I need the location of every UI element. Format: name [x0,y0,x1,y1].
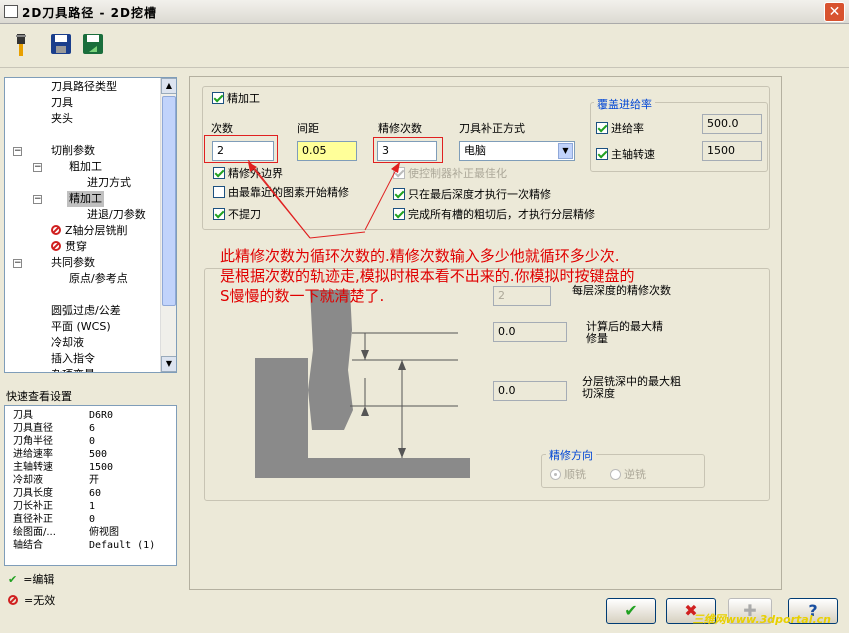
checkbox[interactable] [213,208,225,220]
checkbox[interactable] [596,148,608,160]
conventional-radio: 逆铣 [610,466,646,482]
legend-edit: ✔ =编辑 [8,573,55,586]
quick-row: 刀具长度 60 [13,488,102,499]
tool-icon[interactable] [8,32,34,60]
quick-row: 刀长补正 1 [13,501,96,512]
finish-passes-label: 精修次数 [378,122,422,135]
quick-row: 进给速率 500 [13,449,108,460]
tree-item-depth-cuts[interactable]: Z轴分层铣削 [51,223,128,239]
tree-expander-cut-params[interactable]: − [13,147,22,156]
radio [550,469,561,480]
tree-expander-finishing[interactable]: − [33,195,42,204]
scroll-thumb[interactable] [162,96,176,306]
quick-view-title: 快速查看设置 [6,390,72,403]
count-highlight [204,135,278,163]
tree-item-arc-filter[interactable]: 圆弧过虑/公差 [51,303,121,319]
tree-item-path-type[interactable]: 刀具路径类型 [51,79,117,95]
close-button[interactable]: ✕ [824,2,845,22]
tree-item-misc[interactable]: 杂项变量 [51,367,95,372]
scroll-down-arrow-icon[interactable]: ▼ [161,356,176,372]
title-bar: 2D刀具路径 - 2D挖槽 ✕ [0,0,849,24]
tree-expander-roughing[interactable]: − [33,163,42,172]
tree-item-through[interactable]: 贯穿 [51,239,87,255]
checkbox[interactable] [596,122,608,134]
spacing-input[interactable]: 0.05 [297,141,357,161]
disabled-icon [8,595,18,605]
scroll-up-arrow-icon[interactable]: ▲ [161,78,176,94]
max-finish-label: 计算后的最大精修量 [586,320,663,345]
quick-row: 绘图面/... 俯视图 [13,527,119,538]
quick-row: 直径补正 0 [13,514,96,525]
override-feed-title: 覆盖进给率 [594,96,655,112]
tree-item-lead-in-out[interactable]: 进退/刀参数 [87,207,146,223]
checkbox[interactable] [212,92,224,104]
tree-item-insert[interactable]: 插入指令 [51,351,95,367]
quick-view-list: 刀具 D6R0 刀具直径 6 刀角半径 0 进给速率 500 主轴转速 1500 冷却液开… [4,405,177,566]
ok-button[interactable]: ✔ [606,598,656,624]
tree-item-origin[interactable]: 原点/参考点 [69,271,128,287]
disabled-icon [51,241,61,251]
max-rough-label: 分层铣深中的最大粗切深度 [582,375,681,400]
annotation-arrows [247,160,401,239]
comp-type-select[interactable]: 电脑 ▼ [459,141,575,161]
tree-expander-common[interactable]: − [13,259,22,268]
depth-illustration [255,290,470,478]
save-as-icon[interactable] [80,32,106,60]
watermark: 三维网www.3dportal.cn [692,613,831,626]
disabled-icon [51,225,61,235]
window-icon [4,5,18,18]
feed-input[interactable]: 500.0 [702,114,762,134]
radio [610,469,621,480]
spindle-input[interactable]: 1500 [702,141,762,161]
quick-row: 轴结合 Default (1) [13,540,156,551]
tree-item-common[interactable]: 共同参数 [51,255,95,271]
save-icon[interactable] [48,32,74,60]
quick-row: 刀具直径 6 [13,423,96,434]
checkbox[interactable] [213,186,225,198]
finish-enable-checkbox[interactable]: 精加工 [210,90,262,106]
quick-row: 刀角半径 0 [13,436,96,447]
tree-item-roughing[interactable]: 粗加工 [69,159,102,175]
tree-item-entry[interactable]: 进刀方式 [87,175,131,191]
chevron-down-icon[interactable]: ▼ [558,143,573,159]
spacing-label: 间距 [297,122,319,135]
quick-row: 冷却液开 [13,475,99,486]
tree-item-holder[interactable]: 夹头 [51,111,73,127]
toolbar [0,26,849,68]
direction-title: 精修方向 [546,447,596,463]
spindle-checkbox[interactable]: 主轴转速 [596,146,655,162]
tree-item-coolant[interactable]: 冷却液 [51,335,84,351]
count-label: 次数 [211,122,233,135]
tree-item-plane[interactable]: 平面 (WCS) [51,319,111,335]
climb-radio: 顺铣 [550,466,586,482]
tree-scrollbar[interactable]: ▲ ▼ [160,78,176,372]
quick-row: 刀具 D6R0 [13,410,114,421]
quick-row: 主轴转速 1500 [13,462,114,473]
tree-item-tool[interactable]: 刀具 [51,95,73,111]
legend-disabled: =无效 [8,592,55,608]
parameter-tree[interactable]: 刀具路径类型 刀具 夹头 − 切削参数 − 粗加工 进刀方式 − 精加工 进退/… [4,77,177,373]
max-finish-input[interactable]: 0.0 [493,322,567,342]
annotation-text: 此精修次数为循环次数的.精修次数输入多少他就循环多少次. 是根据次数的轨迹走,模… [220,247,635,305]
tree-item-cut-params[interactable]: 切削参数 [51,143,95,159]
window-title: 2D刀具路径 - 2D挖槽 [22,6,157,20]
checkbox[interactable] [213,167,225,179]
comp-type-label: 刀具补正方式 [459,122,525,135]
max-rough-input[interactable]: 0.0 [493,381,567,401]
checkmark-icon: ✔ [8,573,18,586]
tree-item-finishing[interactable]: 精加工 [67,191,104,207]
feed-checkbox[interactable]: 进给率 [596,120,644,136]
